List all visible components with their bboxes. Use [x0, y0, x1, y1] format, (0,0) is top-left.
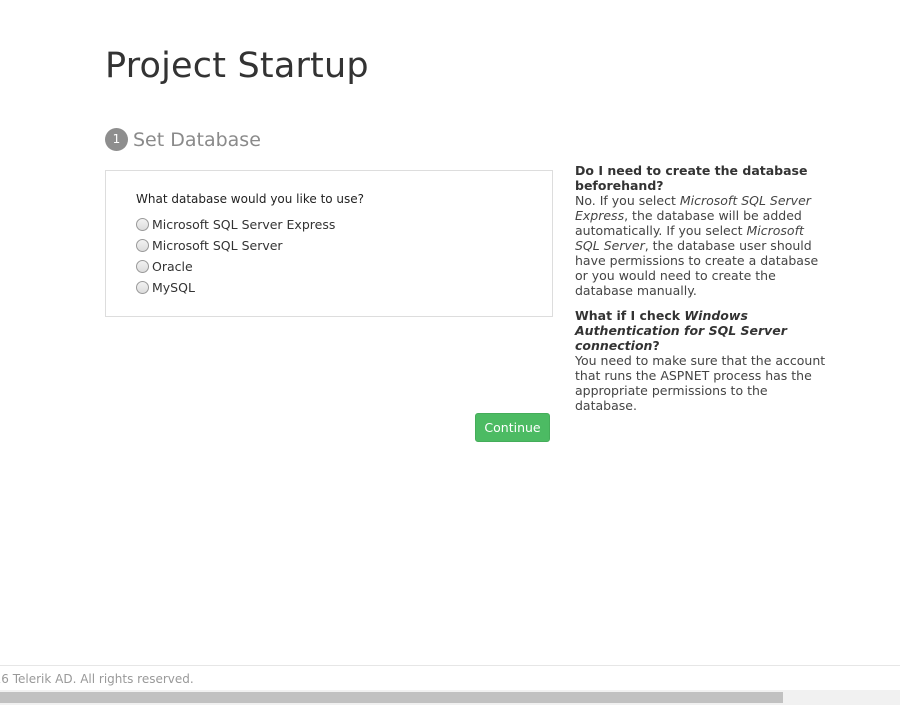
page-title: Project Startup [105, 46, 369, 86]
option-label: Microsoft SQL Server Express [152, 217, 336, 232]
footer-divider [0, 665, 900, 666]
database-options: Microsoft SQL Server Express Microsoft S… [136, 214, 335, 298]
step-header: 1 Set Database [105, 128, 261, 151]
faq-text: What if I check [575, 308, 685, 323]
step-number-badge: 1 [105, 128, 128, 151]
faq-text: ? [652, 338, 660, 353]
radio-oracle[interactable] [136, 260, 149, 273]
continue-button[interactable]: Continue [475, 413, 550, 442]
horizontal-scrollbar[interactable] [0, 690, 900, 705]
faq-text: No. If you select [575, 193, 680, 208]
option-sql-server-express[interactable]: Microsoft SQL Server Express [136, 214, 335, 235]
faq-question-create-db: Do I need to create the database beforeh… [575, 163, 808, 193]
faq-answer-windows-auth: You need to make sure that the account t… [575, 353, 826, 413]
radio-sql-server-express[interactable] [136, 218, 149, 231]
option-sql-server[interactable]: Microsoft SQL Server [136, 235, 335, 256]
scrollbar-thumb[interactable] [0, 692, 783, 703]
option-oracle[interactable]: Oracle [136, 256, 335, 277]
option-label: Microsoft SQL Server [152, 238, 283, 253]
database-selection-panel: What database would you like to use? Mic… [105, 170, 553, 317]
option-mysql[interactable]: MySQL [136, 277, 335, 298]
radio-mysql[interactable] [136, 281, 149, 294]
faq-question-windows-auth: What if I check Windows Authentication f… [575, 308, 830, 353]
footer-copyright: 016 Telerik AD. All rights reserved. [0, 672, 194, 686]
option-label: Oracle [152, 259, 193, 274]
radio-sql-server[interactable] [136, 239, 149, 252]
faq-answer-create-db: No. If you select Microsoft SQL Server E… [575, 193, 830, 298]
help-faq: Do I need to create the database beforeh… [575, 163, 830, 423]
project-startup-page: Project Startup 1 Set Database What data… [0, 0, 900, 708]
option-label: MySQL [152, 280, 195, 295]
step-title: Set Database [133, 128, 261, 151]
database-question: What database would you like to use? [136, 192, 365, 206]
